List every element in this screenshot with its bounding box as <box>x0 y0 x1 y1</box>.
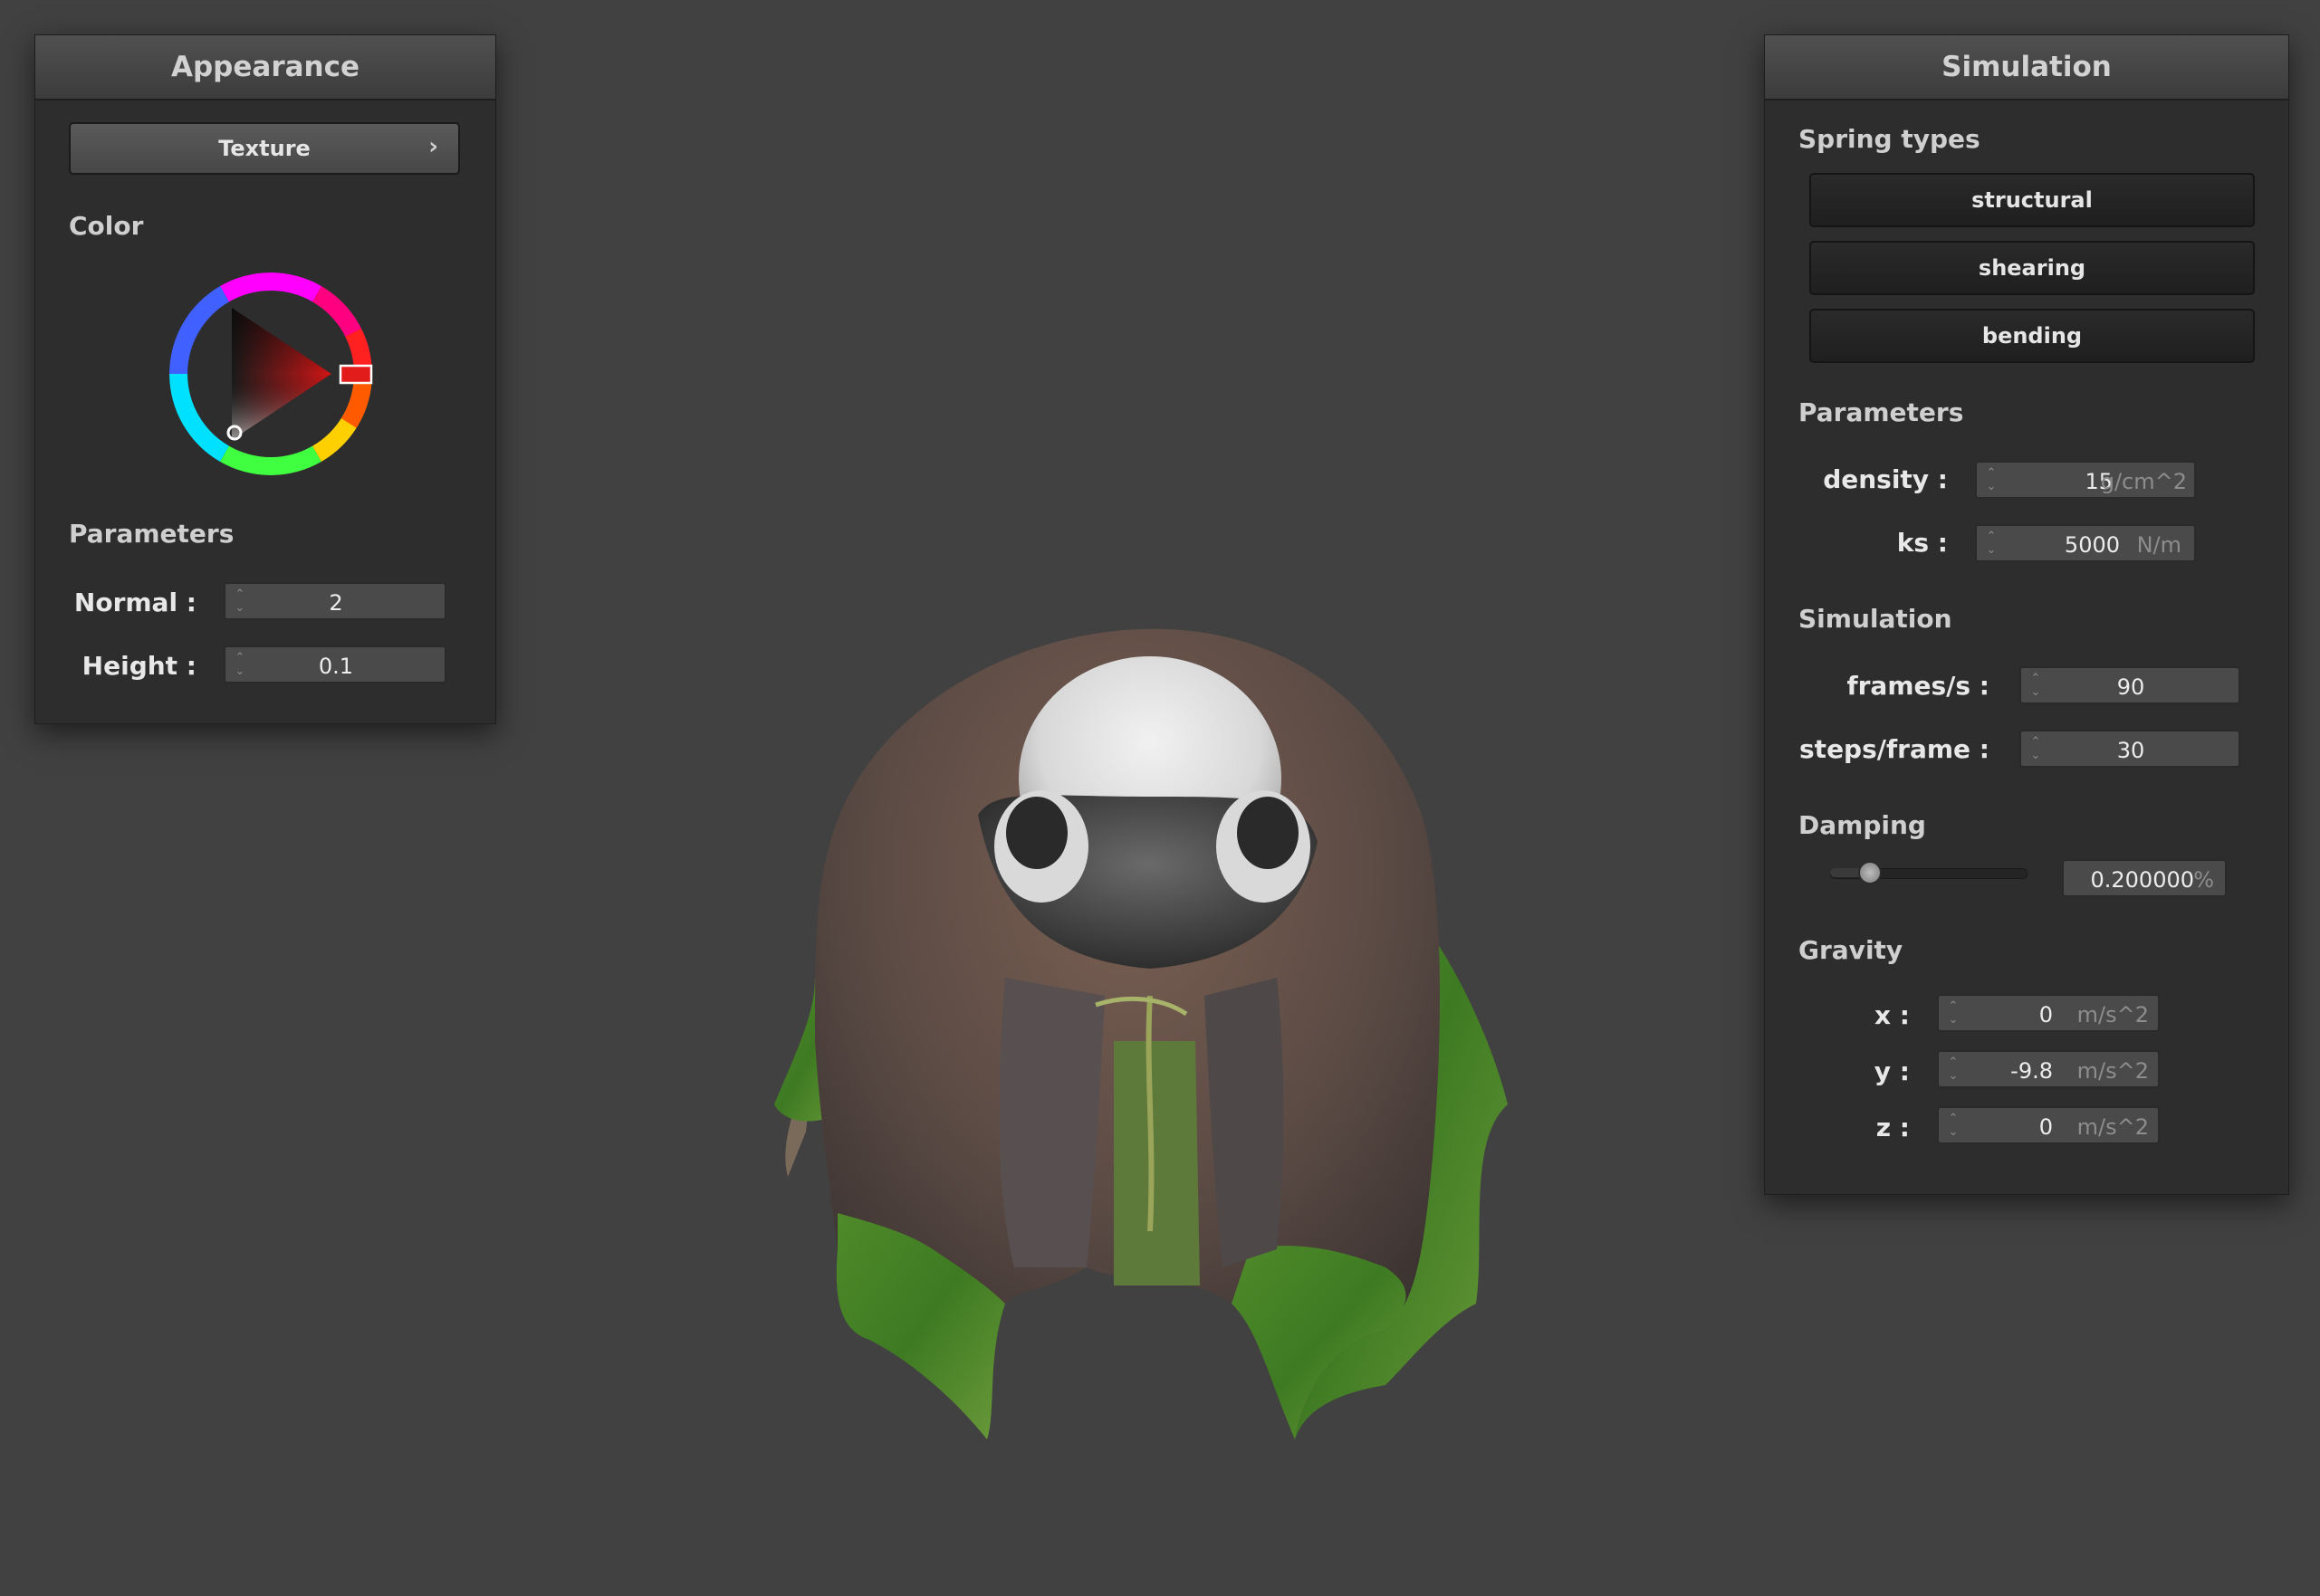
gravity-y-input[interactable]: ⌃ ⌄ -9.8 m/s^2 <box>1937 1050 2160 1088</box>
spinner-icon[interactable]: ⌃ ⌄ <box>1984 530 1999 559</box>
ks-input[interactable]: ⌃ ⌄ 5000 N/m <box>1975 524 2196 562</box>
spinner-icon[interactable]: ⌃ ⌄ <box>1984 466 1999 495</box>
gravity-z-label: z : <box>1875 1113 1910 1142</box>
damping-input[interactable]: 0.200000 % <box>2062 859 2227 897</box>
structural-button[interactable]: structural <box>1809 173 2255 227</box>
normal-value: 2 <box>329 590 343 616</box>
gravity-z-value: 0 <box>2038 1114 2053 1140</box>
shearing-button[interactable]: shearing <box>1809 241 2255 295</box>
gravity-x-label: x : <box>1874 1000 1910 1030</box>
steps-input[interactable]: ⌃ ⌄ 30 <box>2019 730 2240 768</box>
appearance-panel-title[interactable]: Appearance <box>35 35 495 100</box>
color-section-label: Color <box>69 211 144 241</box>
gravity-x-value: 0 <box>2038 1002 2053 1027</box>
damping-unit: % <box>2193 867 2214 893</box>
gravity-x-unit: m/s^2 <box>2076 1002 2149 1027</box>
simulation-panel-title[interactable]: Simulation <box>1765 35 2288 100</box>
height-input[interactable]: ⌃ ⌄ 0.1 <box>224 645 446 683</box>
damping-label: Damping <box>1798 810 1926 840</box>
steps-label: steps/frame : <box>1799 734 1989 764</box>
texture-button-label: Texture <box>218 136 311 161</box>
appearance-panel: Appearance Texture › Color Parameters No… <box>34 34 496 724</box>
damping-slider[interactable] <box>1830 859 2028 886</box>
ks-label: ks : <box>1896 528 1948 558</box>
gravity-z-unit: m/s^2 <box>2076 1114 2149 1140</box>
sim-parameters-label: Parameters <box>1798 397 1964 427</box>
simulation-section-label: Simulation <box>1798 604 1952 634</box>
frames-label: frames/s : <box>1846 671 1989 701</box>
frames-value: 90 <box>2116 674 2145 700</box>
damping-value: 0.200000 <box>2090 867 2194 893</box>
height-value: 0.1 <box>318 654 354 679</box>
spinner-icon[interactable]: ⌃ ⌄ <box>1946 1112 1960 1141</box>
spring-types-label: Spring types <box>1798 124 1980 154</box>
color-wheel[interactable] <box>162 265 379 483</box>
gravity-y-label: y : <box>1874 1056 1910 1086</box>
gravity-label: Gravity <box>1798 935 1903 965</box>
chevron-right-icon: › <box>428 133 438 160</box>
gravity-y-unit: m/s^2 <box>2076 1058 2149 1084</box>
ks-unit: N/m <box>2136 532 2181 558</box>
gravity-x-input[interactable]: ⌃ ⌄ 0 m/s^2 <box>1937 994 2160 1032</box>
density-unit: g/cm^2 <box>2100 469 2187 494</box>
frames-input[interactable]: ⌃ ⌄ 90 <box>2019 666 2240 704</box>
bending-button[interactable]: bending <box>1809 309 2255 363</box>
simulation-panel: Simulation Spring types structural shear… <box>1764 34 2289 1195</box>
density-label: density : <box>1823 464 1948 494</box>
normal-label: Normal : <box>73 588 197 617</box>
ks-value: 5000 <box>2064 532 2120 558</box>
spinner-icon[interactable]: ⌃ ⌄ <box>1946 999 1960 1028</box>
steps-value: 30 <box>2116 738 2145 763</box>
normal-input[interactable]: ⌃ ⌄ 2 <box>224 582 446 620</box>
texture-button[interactable]: Texture › <box>69 122 460 175</box>
hue-marker-icon[interactable] <box>339 364 373 385</box>
spinner-icon[interactable]: ⌃ ⌄ <box>1946 1056 1960 1085</box>
height-label: Height : <box>81 651 197 681</box>
gravity-y-value: -9.8 <box>2010 1058 2053 1084</box>
appearance-parameters-label: Parameters <box>69 519 235 549</box>
density-input[interactable]: ⌃ ⌄ 15 g/cm^2 <box>1975 461 2196 499</box>
gravity-z-input[interactable]: ⌃ ⌄ 0 m/s^2 <box>1937 1106 2160 1144</box>
damping-slider-handle[interactable] <box>1857 861 1882 884</box>
